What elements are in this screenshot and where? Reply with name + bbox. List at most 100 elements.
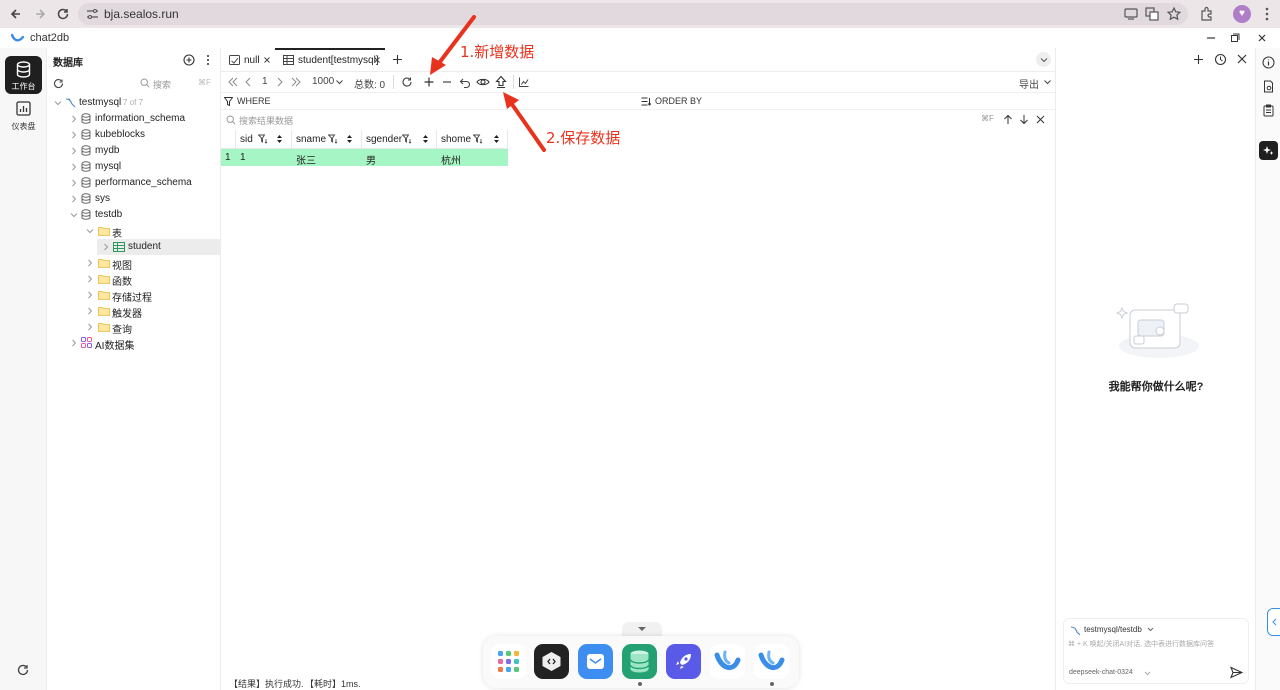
ai-input-placeholder[interactable]: ⌘ + K 唤起/关闭AI对话, 选中表进行数据库问答 xyxy=(1068,639,1214,649)
file-search-icon[interactable] xyxy=(1262,80,1275,93)
status-time: 【耗时】1ms. xyxy=(305,679,361,689)
ai-input-box[interactable]: testmysql/testdb ⌘ + K 唤起/关闭AI对话, 选中表进行数… xyxy=(1063,618,1249,684)
tree-item-database[interactable]: sys xyxy=(47,191,221,207)
table-name: student xyxy=(128,241,161,252)
undo-icon[interactable] xyxy=(459,75,471,89)
tab-student[interactable]: student[testmysql] xyxy=(275,48,385,72)
forward-icon[interactable] xyxy=(31,5,49,23)
tree-item-database[interactable]: performance_schema xyxy=(47,175,221,191)
delete-row-icon[interactable] xyxy=(441,75,453,89)
collapse-panel-tab[interactable] xyxy=(1267,608,1280,636)
bookmark-star-icon[interactable] xyxy=(1165,5,1183,23)
table-icon xyxy=(113,242,125,252)
close-search-icon[interactable] xyxy=(1036,115,1045,124)
back-icon[interactable] xyxy=(7,5,25,23)
translate-icon[interactable] xyxy=(1143,5,1161,23)
column-header-sgender[interactable]: sgender xyxy=(362,130,437,149)
prev-page-icon[interactable] xyxy=(243,75,253,89)
chart-view-icon[interactable] xyxy=(518,75,530,89)
address-bar[interactable]: bja.sealos.run xyxy=(78,3,1188,25)
page-size-select[interactable]: 1000 xyxy=(312,76,334,90)
export-button[interactable]: 导出 xyxy=(1019,76,1039,91)
send-icon xyxy=(1230,666,1243,679)
dock-app-launchpad[interactable] xyxy=(666,644,701,679)
arrow-down-icon[interactable] xyxy=(1019,114,1029,125)
add-row-icon[interactable] xyxy=(423,75,435,89)
next-page-icon[interactable] xyxy=(275,75,285,89)
new-tab-icon[interactable] xyxy=(392,54,403,65)
tree-item-database[interactable]: mydb xyxy=(47,143,221,159)
ai-model-select[interactable]: deepseek-chat-0324 xyxy=(1069,669,1133,676)
rail-label: 仪表盘 xyxy=(11,122,36,131)
refresh-data-icon[interactable] xyxy=(401,75,413,89)
tree-item-procedures[interactable]: 存储过程 xyxy=(47,287,221,304)
refresh-icon[interactable] xyxy=(16,663,30,677)
tab-null[interactable]: null xyxy=(221,48,275,72)
tree-item-database[interactable]: kubeblocks xyxy=(47,127,221,143)
order-by-input[interactable]: ORDER BY xyxy=(655,96,702,106)
tree-search-input[interactable]: 搜索 ⌘F xyxy=(135,75,217,91)
browser-menu-icon[interactable] xyxy=(1258,5,1276,23)
page-number[interactable]: 1 xyxy=(262,76,268,90)
info-icon[interactable] xyxy=(1262,56,1275,69)
tree-item-database[interactable]: mysql xyxy=(47,159,221,175)
ai-context[interactable]: testmysql/testdb xyxy=(1084,625,1142,634)
where-input[interactable]: WHERE xyxy=(237,96,271,106)
dock-app-mail[interactable] xyxy=(578,644,613,679)
arrow-up-icon[interactable] xyxy=(1003,114,1013,125)
history-icon[interactable] xyxy=(1214,53,1227,66)
column-header-sname[interactable]: sname xyxy=(292,130,362,149)
tree-item-database-testdb[interactable]: testdb xyxy=(47,207,221,223)
last-page-icon[interactable] xyxy=(290,75,302,89)
table-cell[interactable]: 1 xyxy=(236,149,292,166)
dock-app-launcher[interactable] xyxy=(491,644,526,679)
tabs-dropdown-icon[interactable] xyxy=(1036,52,1051,67)
rail-item-workspace[interactable]: 工作台 xyxy=(5,56,42,94)
tree-item-table-student[interactable]: student xyxy=(97,239,221,255)
close-window-icon[interactable] xyxy=(1256,32,1268,44)
tree-item-triggers[interactable]: 触发器 xyxy=(47,303,221,320)
rail-label: 工作台 xyxy=(11,82,36,91)
first-page-icon[interactable] xyxy=(227,75,239,89)
tree-item-ai-dataset[interactable]: AI数据集 xyxy=(47,335,221,352)
install-app-icon[interactable] xyxy=(1122,5,1140,23)
dock-app-chat2db-2[interactable] xyxy=(754,644,789,679)
tree-connection-testmysql[interactable]: testmysql 7 of 7 xyxy=(47,95,221,111)
minimize-icon[interactable] xyxy=(1205,32,1217,44)
column-header-sid[interactable]: sid xyxy=(236,130,292,149)
maximize-icon[interactable] xyxy=(1229,32,1241,44)
dock-app-database[interactable] xyxy=(622,644,657,679)
column-header-shome[interactable]: shome xyxy=(437,130,508,149)
site-info-icon[interactable] xyxy=(86,8,99,20)
ai-sparkle-icon[interactable] xyxy=(1259,141,1278,160)
chevron-down-icon[interactable] xyxy=(335,75,344,89)
table-cell[interactable]: 张三 xyxy=(292,149,362,167)
table-cell[interactable]: 男 xyxy=(362,149,437,167)
dock-app-chat2db[interactable] xyxy=(710,644,745,679)
tree-item-tables[interactable]: 表 xyxy=(47,223,221,240)
table-cell[interactable]: 杭州 xyxy=(437,149,508,167)
profile-avatar[interactable]: ♥ xyxy=(1233,5,1251,23)
tree-item-functions[interactable]: 函数 xyxy=(47,271,221,288)
save-data-icon[interactable] xyxy=(495,75,507,89)
preview-sql-icon[interactable] xyxy=(476,75,490,89)
add-connection-icon[interactable] xyxy=(183,54,195,66)
tree-item-queries[interactable]: 查询 xyxy=(47,319,221,336)
database-name: kubeblocks xyxy=(95,129,146,140)
new-chat-icon[interactable] xyxy=(1193,54,1204,65)
refresh-tree-icon[interactable] xyxy=(53,78,64,89)
reload-icon[interactable] xyxy=(54,5,72,23)
chevron-right-icon xyxy=(72,147,77,155)
mysql-icon xyxy=(65,98,76,108)
dock-handle[interactable] xyxy=(622,622,662,636)
chevron-down-icon[interactable] xyxy=(1043,75,1052,89)
extensions-icon[interactable] xyxy=(1198,5,1216,23)
dock-app-devbox[interactable] xyxy=(534,644,569,679)
more-icon[interactable] xyxy=(202,54,214,66)
clipboard-icon[interactable] xyxy=(1262,104,1275,117)
tree-item-database[interactable]: information_schema xyxy=(47,111,221,127)
result-search-input[interactable]: 搜索结果数据 xyxy=(239,114,293,127)
tree-item-views[interactable]: 视图 xyxy=(47,255,221,272)
close-panel-icon[interactable] xyxy=(1237,54,1247,64)
rail-item-dashboard[interactable]: 仪表盘 xyxy=(5,96,42,134)
